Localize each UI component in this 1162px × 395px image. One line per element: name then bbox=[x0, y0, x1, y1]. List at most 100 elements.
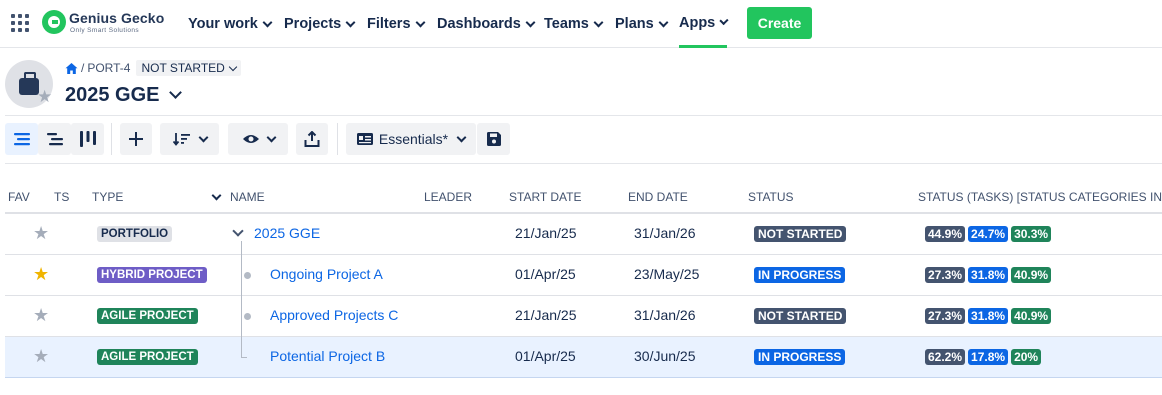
table-row[interactable]: ★ HYBRID PROJECT Ongoing Project A 01/Ap… bbox=[5, 241, 1162, 296]
expand-chevron-icon[interactable] bbox=[232, 225, 244, 237]
sort-button[interactable] bbox=[160, 123, 219, 155]
plus-icon bbox=[129, 132, 143, 146]
nav-apps[interactable]: Apps bbox=[679, 0, 729, 48]
status-lozenge: IN PROGRESS bbox=[754, 267, 846, 283]
star-icon[interactable]: ★ bbox=[37, 88, 52, 105]
column-header-status-tasks[interactable]: STATUS (TASKS) [STATUS CATEGORIES IN %] bbox=[918, 190, 1162, 204]
tree-connector bbox=[241, 337, 242, 358]
type-lozenge: HYBRID PROJECT bbox=[97, 267, 207, 283]
status-categories: 62.2% 17.8% 20% bbox=[925, 349, 1042, 365]
nav-projects[interactable]: Projects bbox=[284, 0, 356, 48]
column-header-ts[interactable]: TS bbox=[54, 190, 69, 204]
type-lozenge: AGILE PROJECT bbox=[97, 308, 198, 324]
status-lozenge: IN PROGRESS bbox=[754, 349, 846, 365]
tree-node-dot bbox=[244, 313, 251, 320]
pct-inprogress: 24.7% bbox=[968, 226, 1009, 242]
breadcrumb-key[interactable]: PORT-4 bbox=[87, 61, 130, 75]
page-title[interactable]: 2025 GGE bbox=[65, 84, 182, 107]
column-header-name[interactable]: NAME bbox=[230, 190, 265, 204]
table-row[interactable]: ★ AGILE PROJECT Potential Project B 01/A… bbox=[5, 337, 1162, 378]
nav-plans[interactable]: Plans bbox=[615, 0, 669, 48]
eye-icon bbox=[242, 135, 259, 143]
essentials-label: Essentials* bbox=[378, 131, 449, 147]
hierarchy-view-button[interactable] bbox=[5, 123, 38, 155]
nav-your-work[interactable]: Your work bbox=[188, 0, 273, 48]
pct-todo: 27.3% bbox=[925, 267, 966, 283]
type-lozenge: AGILE PROJECT bbox=[97, 349, 198, 365]
pct-todo: 62.2% bbox=[925, 349, 966, 365]
column-header-end-date[interactable]: END DATE bbox=[628, 190, 688, 204]
favorite-star-icon[interactable]: ★ bbox=[33, 347, 49, 365]
status-lozenge: NOT STARTED bbox=[754, 226, 847, 242]
id-card-icon bbox=[356, 133, 373, 145]
nav-filters[interactable]: Filters bbox=[367, 0, 425, 48]
create-button[interactable]: Create bbox=[747, 7, 812, 39]
save-icon bbox=[486, 132, 501, 146]
status-categories: 44.9% 24.7% 30.3% bbox=[925, 226, 1052, 242]
app-switcher-icon[interactable] bbox=[11, 14, 29, 32]
chevron-down-icon bbox=[228, 62, 238, 71]
status-lozenge: NOT STARTED bbox=[754, 308, 847, 324]
chevron-down-icon bbox=[593, 17, 604, 27]
pct-todo: 44.9% bbox=[925, 226, 966, 242]
tree-connector bbox=[241, 296, 242, 337]
toolbar-separator bbox=[337, 123, 338, 155]
status-categories: 27.3% 31.8% 40.9% bbox=[925, 267, 1052, 283]
logo-title: Genius Gecko bbox=[69, 10, 165, 26]
export-button[interactable] bbox=[296, 123, 328, 155]
column-header-leader[interactable]: LEADER bbox=[424, 190, 472, 204]
item-name-link[interactable]: Potential Project B bbox=[270, 348, 385, 364]
save-view-button[interactable] bbox=[477, 123, 510, 155]
hierarchy-list-icon bbox=[13, 133, 30, 146]
nav-label: Dashboards bbox=[437, 16, 521, 32]
start-date: 21/Jan/25 bbox=[515, 225, 577, 241]
column-header-start-date[interactable]: START DATE bbox=[509, 190, 581, 204]
column-header-fav[interactable]: FAV bbox=[8, 190, 30, 204]
indented-view-button[interactable] bbox=[38, 123, 71, 155]
column-header-type[interactable]: TYPE bbox=[92, 190, 123, 204]
briefcase-icon bbox=[19, 71, 39, 95]
favorite-star-icon[interactable]: ★ bbox=[33, 265, 49, 283]
status-categories: 27.3% 31.8% 40.9% bbox=[925, 308, 1052, 324]
item-name-link[interactable]: Approved Projects C bbox=[270, 307, 398, 323]
divider bbox=[5, 163, 1162, 164]
breadcrumb: / PORT-4 NOT STARTED bbox=[65, 59, 241, 77]
nav-label: Filters bbox=[367, 16, 411, 32]
favorite-star-icon[interactable]: ★ bbox=[33, 224, 49, 242]
end-date: 30/Jun/25 bbox=[634, 348, 696, 364]
table-row[interactable]: ★ PORTFOLIO 2025 GGE 21/Jan/25 31/Jan/26… bbox=[5, 214, 1162, 255]
pct-inprogress: 31.8% bbox=[968, 267, 1009, 283]
home-icon[interactable] bbox=[65, 62, 78, 75]
board-view-button[interactable] bbox=[71, 123, 104, 155]
chevron-down-icon bbox=[525, 17, 536, 27]
item-name-link[interactable]: 2025 GGE bbox=[254, 225, 320, 241]
chevron-down-icon bbox=[262, 17, 273, 27]
nav-dashboards[interactable]: Dashboards bbox=[437, 0, 536, 48]
visibility-button[interactable] bbox=[228, 123, 288, 155]
start-date: 01/Apr/25 bbox=[515, 266, 576, 282]
status-dropdown[interactable]: NOT STARTED bbox=[136, 60, 241, 76]
item-name-link[interactable]: Ongoing Project A bbox=[270, 266, 383, 282]
pct-done: 20% bbox=[1011, 349, 1042, 365]
nav-label: Apps bbox=[679, 14, 716, 31]
column-header-status[interactable]: STATUS bbox=[748, 190, 794, 204]
add-button[interactable] bbox=[120, 123, 152, 155]
gecko-logo-icon bbox=[42, 10, 66, 34]
chevron-down-icon bbox=[211, 190, 222, 201]
nav-label: Your work bbox=[188, 16, 258, 32]
nav-teams[interactable]: Teams bbox=[544, 0, 604, 48]
page-title-text: 2025 GGE bbox=[65, 84, 160, 106]
essentials-view-dropdown[interactable]: Essentials* bbox=[346, 123, 476, 155]
divider bbox=[5, 115, 1162, 116]
table-row[interactable]: ★ AGILE PROJECT Approved Projects C 21/J… bbox=[5, 296, 1162, 337]
favorite-star-icon[interactable]: ★ bbox=[33, 306, 49, 324]
chevron-down-icon bbox=[266, 132, 276, 142]
indented-list-icon bbox=[46, 133, 63, 146]
collapse-all-toggle[interactable] bbox=[211, 188, 222, 202]
chevron-down-icon bbox=[456, 132, 467, 142]
sort-icon bbox=[172, 133, 190, 146]
start-date: 01/Apr/25 bbox=[515, 348, 576, 364]
status-dropdown-label: NOT STARTED bbox=[141, 61, 225, 75]
nav-label: Plans bbox=[615, 16, 654, 32]
logo[interactable]: Genius Gecko Only Smart Solutions bbox=[42, 9, 172, 37]
